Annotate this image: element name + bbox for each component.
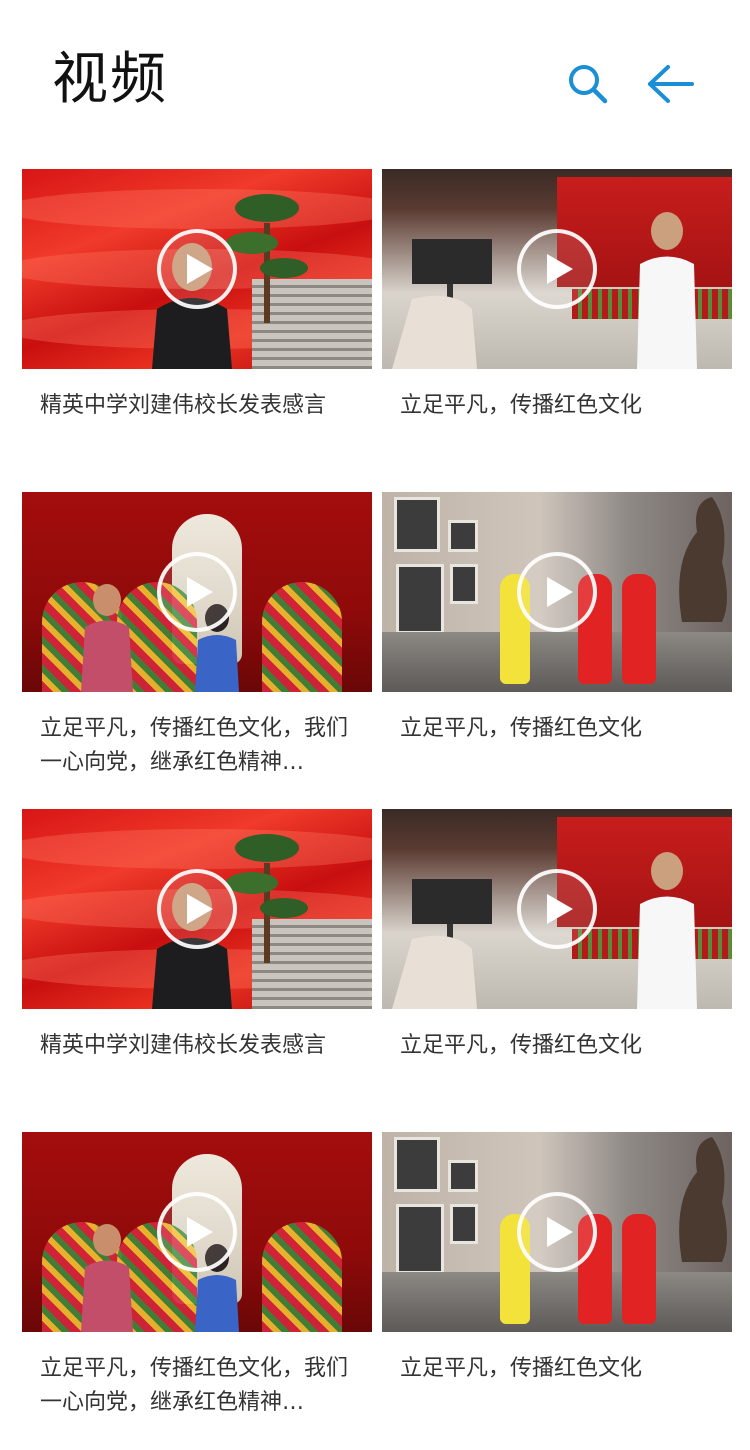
video-thumbnail[interactable] [22,809,372,1009]
video-title[interactable]: 立足平凡，传播红色文化 [400,389,720,423]
video-card[interactable]: 立足平凡，传播红色文化 [382,1132,732,1381]
play-button[interactable] [157,869,237,949]
search-icon [569,65,608,104]
play-icon [547,1217,573,1247]
video-thumbnail[interactable] [382,1132,732,1332]
play-icon [547,894,573,924]
video-card[interactable]: 立足平凡，传播红色文化，我们一心向党，继承红色精神… [22,1132,372,1415]
play-button[interactable] [517,552,597,632]
play-button[interactable] [157,552,237,632]
video-card[interactable]: 精英中学刘建伟校长发表感言 [22,169,372,418]
video-title[interactable]: 精英中学刘建伟校长发表感言 [40,389,360,423]
video-title[interactable]: 立足平凡，传播红色文化 [400,1029,720,1063]
video-thumbnail[interactable] [22,492,372,692]
video-title[interactable]: 立足平凡，传播红色文化 [400,1352,720,1386]
video-title[interactable]: 立足平凡，传播红色文化，我们一心向党，继承红色精神… [40,1352,360,1420]
play-button[interactable] [517,1192,597,1272]
video-card[interactable]: 精英中学刘建伟校长发表感言 [22,809,372,1058]
video-thumbnail[interactable] [22,1132,372,1332]
play-icon [187,254,213,284]
play-icon [187,577,213,607]
play-icon [547,254,573,284]
video-card[interactable]: 立足平凡，传播红色文化 [382,492,732,741]
video-thumbnail[interactable] [382,809,732,1009]
arrow-left-icon [648,65,694,103]
back-button[interactable] [642,56,698,112]
video-title[interactable]: 立足平凡，传播红色文化，我们一心向党，继承红色精神… [40,712,360,780]
video-card[interactable]: 立足平凡，传播红色文化 [382,169,732,418]
top-bar: 视频 [0,0,750,150]
play-button[interactable] [157,229,237,309]
play-button[interactable] [157,1192,237,1272]
video-card[interactable]: 立足平凡，传播红色文化，我们一心向党，继承红色精神… [22,492,372,775]
video-title[interactable]: 立足平凡，传播红色文化 [400,712,720,746]
video-thumbnail[interactable] [22,169,372,369]
page-title: 视频 [52,47,168,112]
video-thumbnail[interactable] [382,492,732,692]
video-title[interactable]: 精英中学刘建伟校长发表感言 [40,1029,360,1063]
video-card[interactable]: 立足平凡，传播红色文化 [382,809,732,1058]
play-button[interactable] [517,229,597,309]
play-icon [547,577,573,607]
video-thumbnail[interactable] [382,169,732,369]
play-icon [187,894,213,924]
play-button[interactable] [517,869,597,949]
play-icon [187,1217,213,1247]
search-button[interactable] [560,56,616,112]
